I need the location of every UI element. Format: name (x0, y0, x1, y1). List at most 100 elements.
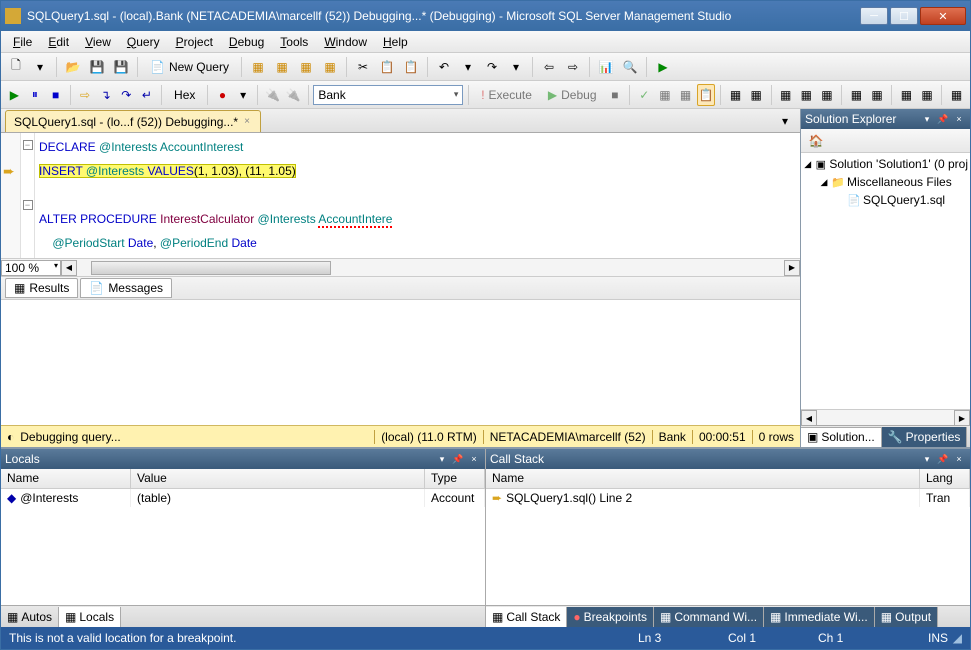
indent-button[interactable]: ▦ (897, 84, 916, 106)
output-tab[interactable]: ▦ Output (875, 607, 938, 627)
code-editor[interactable]: ➨ − − DECLARE @Interests AccountInterest… (1, 133, 800, 258)
step-into-button[interactable]: ↴ (96, 84, 115, 106)
col-type[interactable]: Type (425, 469, 485, 488)
db-engine-query-button[interactable]: ▦ (247, 56, 269, 78)
cut-button[interactable]: ✂ (352, 56, 374, 78)
panel-dropdown-button[interactable]: ▾ (920, 112, 934, 126)
find-button[interactable]: 🔍 (619, 56, 641, 78)
tree-file-node[interactable]: 📄 SQLQuery1.sql (803, 191, 968, 209)
menu-query[interactable]: Query (119, 33, 168, 51)
zoom-combo[interactable]: 100 % (1, 260, 61, 276)
callstack-tab[interactable]: ▦ Call Stack (486, 607, 567, 627)
expand-icon[interactable]: ◢ (819, 177, 829, 188)
scroll-left-button[interactable]: ◀ (801, 410, 817, 426)
menu-project[interactable]: Project (168, 33, 221, 51)
col-name[interactable]: Name (1, 469, 131, 488)
panel-close-button[interactable]: × (952, 112, 966, 126)
solution-hscroll[interactable]: ◀ ▶ (801, 409, 970, 425)
save-all-button[interactable]: 💾 (110, 56, 132, 78)
scroll-right-button[interactable]: ▶ (954, 410, 970, 426)
save-button[interactable]: 💾 (86, 56, 108, 78)
show-next-button[interactable]: ⇨ (76, 84, 95, 106)
results-file-button[interactable]: ▦ (818, 84, 837, 106)
panel-pin-button[interactable]: 📌 (936, 112, 950, 126)
immediate-window-tab[interactable]: ▦ Immediate Wi... (764, 607, 875, 627)
col-name[interactable]: Name (486, 469, 920, 488)
menu-view[interactable]: View (77, 33, 119, 51)
scroll-left-button[interactable]: ◀ (61, 260, 77, 276)
step-out-button[interactable]: ↵ (138, 84, 157, 106)
change-conn-button[interactable]: 🔌 (284, 84, 303, 106)
outdent-button[interactable]: ▦ (918, 84, 937, 106)
autos-tab[interactable]: ▦ Autos (1, 607, 59, 627)
mdx-query-button[interactable]: ▦ (271, 56, 293, 78)
document-tab[interactable]: SQLQuery1.sql - (lo...f (52)) Debugging.… (5, 110, 261, 132)
results-grid-button[interactable]: ▦ (797, 84, 816, 106)
new-query-button[interactable]: 📄 New Query (143, 56, 236, 78)
undo-button[interactable]: ↶ (433, 56, 455, 78)
close-button[interactable]: ✕ (920, 7, 966, 25)
xmla-query-button[interactable]: ▦ (319, 56, 341, 78)
col-lang[interactable]: Lang (920, 469, 970, 488)
tree-folder-node[interactable]: ◢ 📁 Miscellaneous Files (803, 173, 968, 191)
tree-solution-node[interactable]: ◢ ▣ Solution 'Solution1' (0 proj (803, 155, 968, 173)
step-over-button[interactable]: ↷ (117, 84, 136, 106)
uncomment-button[interactable]: ▦ (868, 84, 887, 106)
undo-dropdown[interactable]: ▾ (457, 56, 479, 78)
locals-tab[interactable]: ▦ Locals (59, 607, 121, 627)
col-value[interactable]: Value (131, 469, 425, 488)
query-options-button[interactable]: ▦ (676, 84, 695, 106)
code-text[interactable]: DECLARE @Interests AccountInterest INSER… (35, 133, 800, 258)
stop-button[interactable]: ■ (46, 84, 65, 106)
scrollbar-thumb[interactable] (91, 261, 331, 275)
minimize-button[interactable]: ─ (860, 7, 888, 25)
include-plan-button[interactable]: ▦ (726, 84, 745, 106)
debug-button[interactable]: ▶ Debug (541, 84, 604, 106)
nav-back-button[interactable]: ⇦ (538, 56, 560, 78)
connect-button[interactable]: 🔌 (263, 84, 282, 106)
new-project-button[interactable]: 🗋 (5, 56, 27, 78)
include-stats-button[interactable]: ▦ (747, 84, 766, 106)
properties-tab[interactable]: 🔧 Properties (882, 427, 968, 447)
start-debug-button[interactable]: ▶ (5, 84, 24, 106)
results-text-button[interactable]: ▦ (776, 84, 795, 106)
menu-tools[interactable]: Tools (272, 33, 316, 51)
breakpoints-button[interactable]: ● (213, 84, 232, 106)
parse-button[interactable]: ✓ (635, 84, 654, 106)
specify-template-button[interactable]: ▦ (947, 84, 966, 106)
panel-pin-button[interactable]: 📌 (936, 452, 950, 466)
horizontal-scrollbar[interactable] (77, 260, 784, 276)
paste-button[interactable]: 📋 (400, 56, 422, 78)
pause-button[interactable]: ⏸ (26, 84, 45, 106)
solution-tree[interactable]: ◢ ▣ Solution 'Solution1' (0 proj ◢ 📁 Mis… (801, 153, 970, 409)
expand-icon[interactable]: ◢ (803, 159, 812, 170)
menu-help[interactable]: Help (375, 33, 416, 51)
scroll-right-button[interactable]: ▶ (784, 260, 800, 276)
close-tab-button[interactable]: × (242, 116, 252, 127)
panel-close-button[interactable]: × (952, 452, 966, 466)
cancel-query-button[interactable]: ■ (606, 84, 625, 106)
dmx-query-button[interactable]: ▦ (295, 56, 317, 78)
panel-dropdown-button[interactable]: ▾ (920, 452, 934, 466)
command-window-tab[interactable]: ▦ Command Wi... (654, 607, 764, 627)
activity-monitor-button[interactable]: 📊 (595, 56, 617, 78)
copy-button[interactable]: 📋 (376, 56, 398, 78)
display-plan-button[interactable]: ▦ (656, 84, 675, 106)
menu-window[interactable]: Window (316, 33, 375, 51)
nav-fwd-button[interactable]: ⇨ (562, 56, 584, 78)
outline-collapse-2[interactable]: − (23, 200, 33, 210)
menu-debug[interactable]: Debug (221, 33, 272, 51)
hex-toggle-button[interactable]: Hex (167, 84, 202, 106)
panel-close-button[interactable]: × (467, 452, 481, 466)
solution-home-button[interactable]: 🏠 (805, 130, 827, 152)
intellisense-button[interactable]: 📋 (697, 84, 716, 106)
outline-gutter[interactable]: − − (21, 133, 35, 258)
breakpoints-tab[interactable]: ● Breakpoints (567, 607, 654, 627)
locals-grid-body[interactable]: ◆ @Interests (table) Account (1, 489, 485, 605)
open-button[interactable]: 📂 (62, 56, 84, 78)
database-combo[interactable]: Bank (313, 85, 463, 105)
results-tab[interactable]: ▦ Results (5, 278, 78, 298)
resize-grip-icon[interactable]: ◢ (948, 631, 962, 645)
execute-button[interactable]: ! Execute (474, 84, 539, 106)
menu-file[interactable]: File (5, 33, 40, 51)
